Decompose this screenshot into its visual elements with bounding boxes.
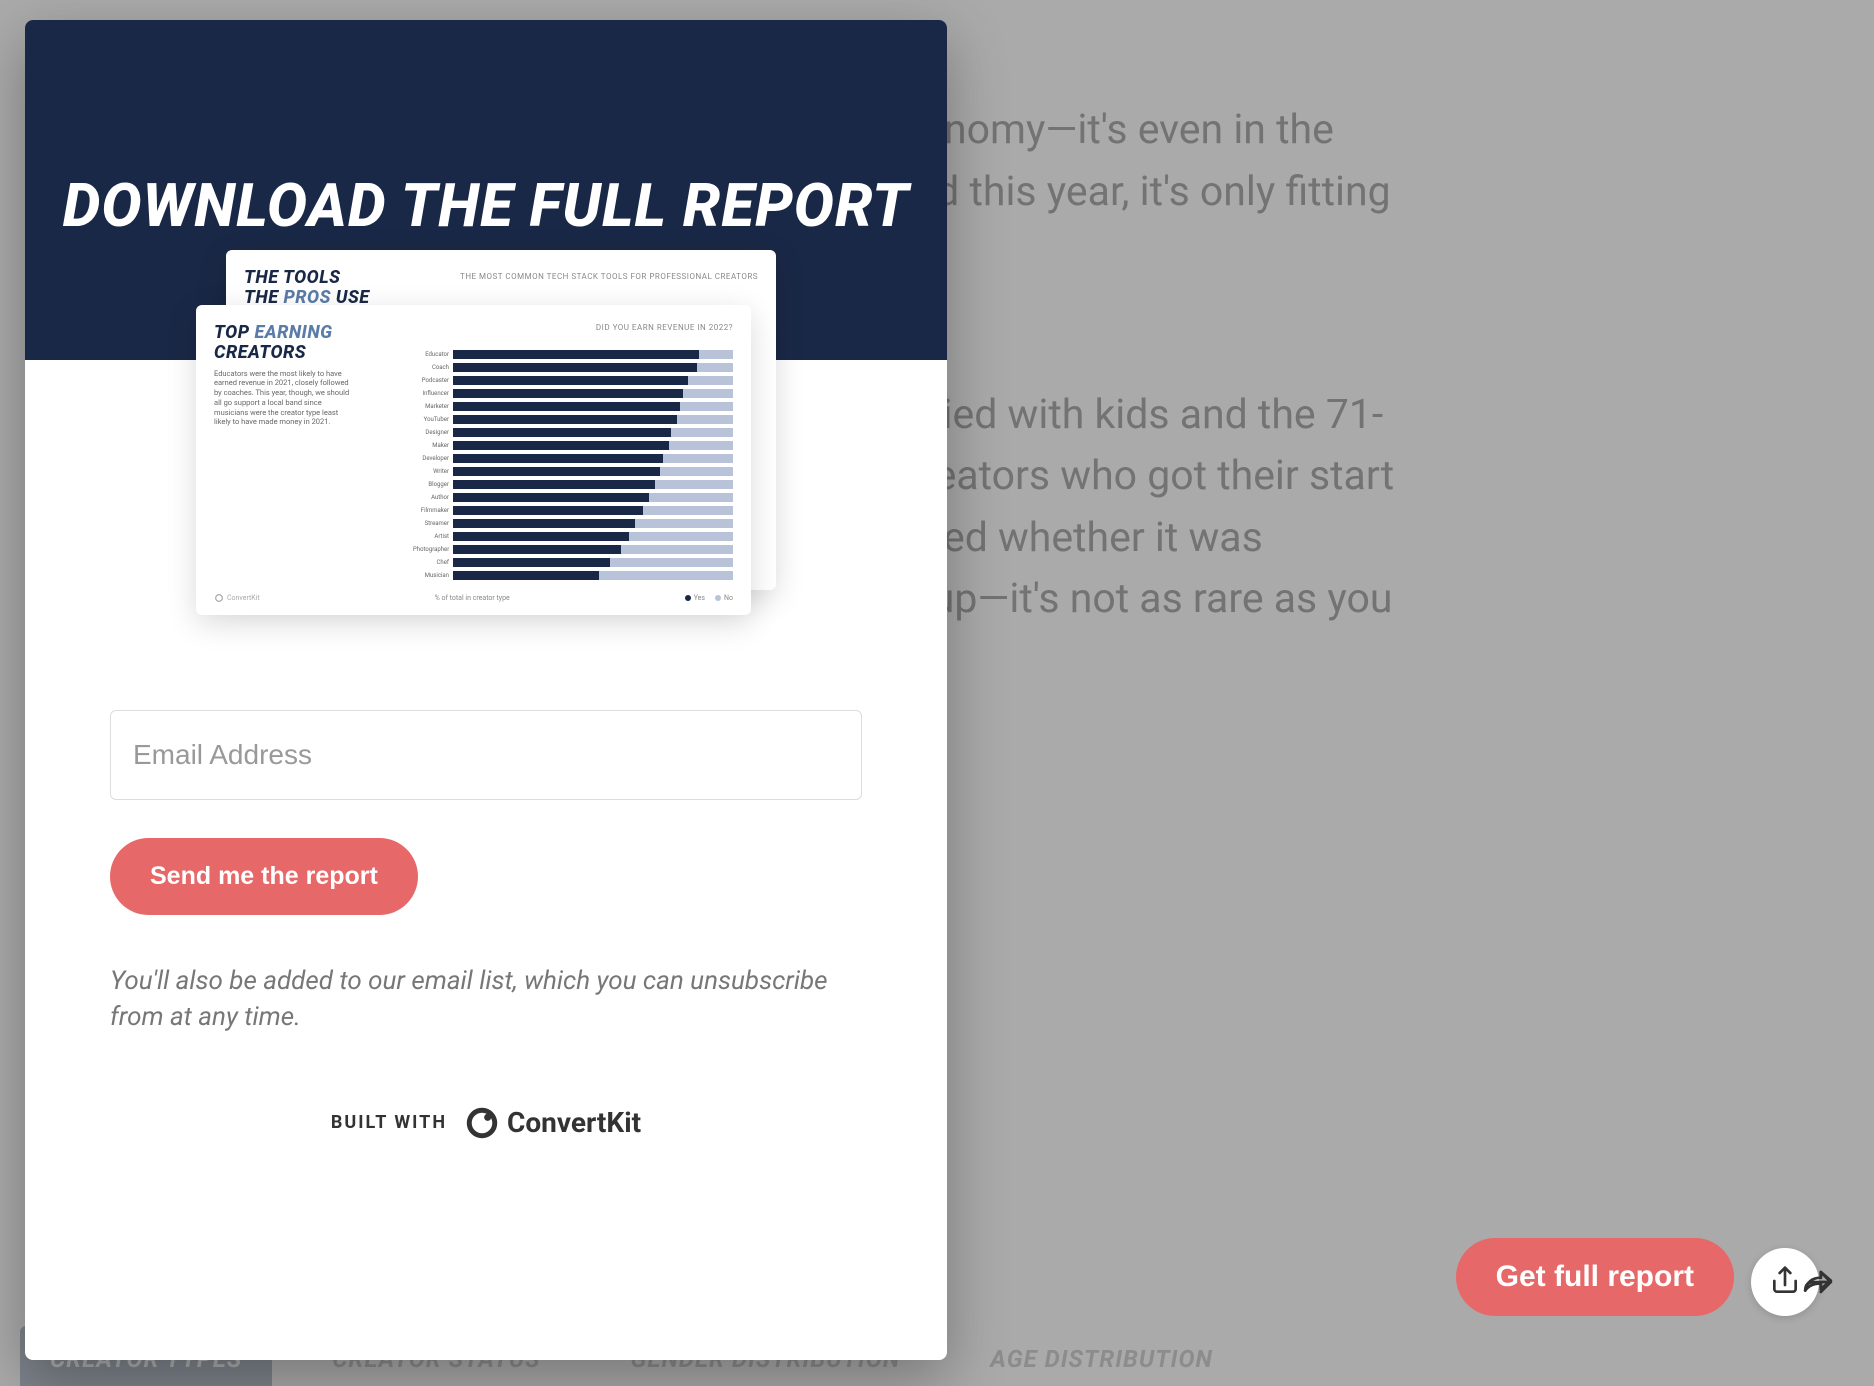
preview-card-front: TOP EARNING CREATORS Educators were the … [196, 305, 751, 615]
bar-row: Maker [413, 441, 733, 450]
chart-legend: Yes No [685, 594, 733, 602]
built-with-attribution[interactable]: BUILT WITH ConvertKit [110, 1106, 862, 1140]
share-icon [1769, 1265, 1801, 1300]
convertkit-logo-small: ConvertKit [214, 593, 260, 603]
bar-row: Educator [413, 350, 733, 359]
modal-title: DOWNLOAD THE FULL REPORT [63, 170, 910, 241]
convertkit-logo: ConvertKit [465, 1106, 641, 1140]
email-field[interactable] [110, 710, 862, 800]
bar-row: Blogger [413, 480, 733, 489]
bar-row: Streamer [413, 519, 733, 528]
x-axis-label: % of total in creator type [435, 594, 510, 602]
card-back-subtitle: THE MOST COMMON TECH STACK TOOLS FOR PRO… [460, 272, 758, 281]
modal-body: Send me the report You'll also be added … [25, 670, 947, 1170]
card-back-title-1: THE TOOLS [244, 268, 370, 288]
bar-row: Writer [413, 467, 733, 476]
convertkit-icon [465, 1106, 499, 1140]
bar-row: Developer [413, 454, 733, 463]
download-report-modal: DOWNLOAD THE FULL REPORT THE TOOLS THE P… [25, 20, 947, 1360]
email-disclaimer: You'll also be added to our email list, … [110, 963, 862, 1036]
bar-row: YouTuber [413, 415, 733, 424]
send-report-button[interactable]: Send me the report [110, 838, 418, 915]
revenue-bar-chart: Educator Coach Podcaster Influencer Marketer… [413, 350, 733, 580]
bar-row: Musician [413, 571, 733, 580]
bar-row: Photographer [413, 545, 733, 554]
bar-row: Influencer [413, 389, 733, 398]
bar-row: Author [413, 493, 733, 502]
bar-row: Artist [413, 532, 733, 541]
built-with-label: BUILT WITH [331, 1112, 447, 1133]
get-full-report-button[interactable]: Get full report [1456, 1238, 1734, 1316]
report-preview-image: THE TOOLS THE PROS USE THE MOST COMMON T… [186, 250, 786, 670]
bar-row: Filmmaker [413, 506, 733, 515]
bar-row: Podcaster [413, 376, 733, 385]
bar-row: Coach [413, 363, 733, 372]
bar-row: Marketer [413, 402, 733, 411]
bar-row: Chef [413, 558, 733, 567]
card-front-chart-question: DID YOU EARN REVENUE IN 2022? [596, 323, 733, 332]
card-front-description: Educators were the most likely to have e… [214, 369, 354, 428]
share-button[interactable] [1751, 1248, 1819, 1316]
bar-row: Designer [413, 428, 733, 437]
